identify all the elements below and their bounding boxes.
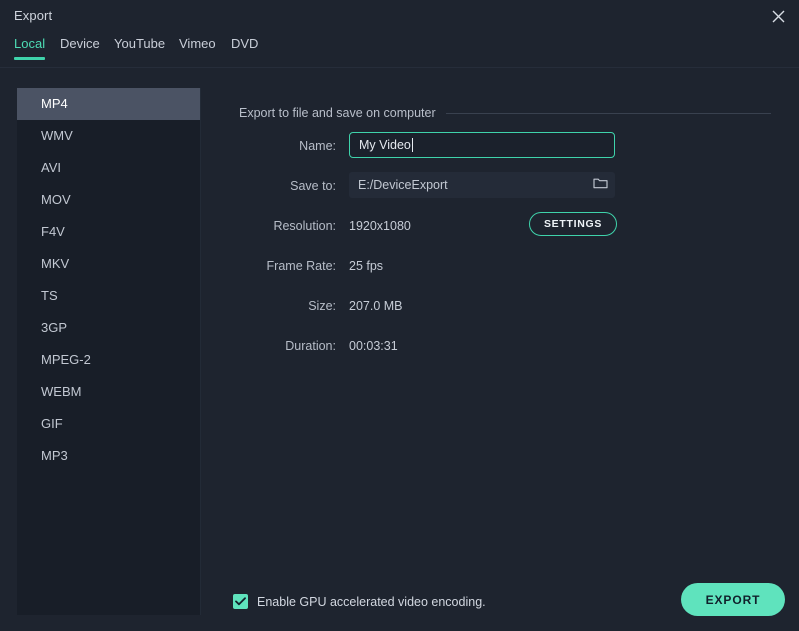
format-item-gif[interactable]: GIF: [17, 408, 200, 440]
name-input[interactable]: My Video: [349, 132, 615, 158]
size-label: Size:: [201, 292, 336, 320]
export-button[interactable]: EXPORT: [681, 583, 785, 616]
gpu-acceleration-checkbox[interactable]: Enable GPU accelerated video encoding.: [233, 594, 486, 609]
format-item-avi[interactable]: AVI: [17, 152, 200, 184]
tab-local[interactable]: Local: [14, 36, 45, 60]
resolution-value: 1920x1080: [349, 212, 411, 240]
name-row: Name: My Video: [201, 132, 799, 160]
format-item-webm[interactable]: WEBM: [17, 376, 200, 408]
browse-folder-button[interactable]: [585, 172, 615, 198]
tab-vimeo[interactable]: Vimeo: [179, 36, 216, 60]
export-settings-panel: Export to file and save on computer Name…: [201, 88, 799, 631]
frame-rate-row: Frame Rate: 25 fps: [201, 252, 799, 280]
format-item-ts[interactable]: TS: [17, 280, 200, 312]
size-row: Size: 207.0 MB: [201, 292, 799, 320]
frame-rate-value: 25 fps: [349, 252, 383, 280]
duration-row: Duration: 00:03:31: [201, 332, 799, 360]
settings-button[interactable]: SETTINGS: [529, 212, 617, 236]
tab-divider: [0, 67, 799, 68]
format-item-mp3[interactable]: MP3: [17, 440, 200, 472]
checkbox-checked-icon: [233, 594, 248, 609]
duration-label: Duration:: [201, 332, 336, 360]
tab-youtube[interactable]: YouTube: [114, 36, 165, 60]
tab-dvd[interactable]: DVD: [231, 36, 258, 60]
tab-device[interactable]: Device: [60, 36, 100, 60]
name-input-value: My Video: [350, 138, 411, 152]
format-item-wmv[interactable]: WMV: [17, 120, 200, 152]
format-item-mov[interactable]: MOV: [17, 184, 200, 216]
format-item-mp4[interactable]: MP4: [17, 88, 200, 120]
resolution-row: Resolution: 1920x1080 SETTINGS: [201, 212, 799, 240]
resolution-label: Resolution:: [201, 212, 336, 240]
format-item-f4v[interactable]: F4V: [17, 216, 200, 248]
folder-icon: [593, 176, 608, 194]
section-divider: [446, 113, 771, 114]
section-title: Export to file and save on computer: [239, 106, 446, 120]
save-to-row: Save to: E:/DeviceExport: [201, 172, 799, 200]
save-to-value: E:/DeviceExport: [349, 178, 585, 192]
text-caret: [412, 138, 413, 152]
close-icon: [772, 10, 785, 23]
format-item-mkv[interactable]: MKV: [17, 248, 200, 280]
save-to-label: Save to:: [201, 172, 336, 200]
close-button[interactable]: [763, 3, 793, 29]
format-item-mpeg2[interactable]: MPEG-2: [17, 344, 200, 376]
frame-rate-label: Frame Rate:: [201, 252, 336, 280]
save-to-input[interactable]: E:/DeviceExport: [349, 172, 615, 198]
format-list: MP4 WMV AVI MOV F4V MKV TS 3GP MPEG-2 WE…: [17, 88, 201, 615]
section-header: Export to file and save on computer: [239, 105, 771, 121]
tab-bar: Local Device YouTube Vimeo DVD: [0, 36, 799, 68]
title-bar: Export: [0, 0, 799, 33]
size-value: 207.0 MB: [349, 292, 403, 320]
name-label: Name:: [201, 132, 336, 160]
window-title: Export: [14, 8, 52, 23]
duration-value: 00:03:31: [349, 332, 398, 360]
format-item-3gp[interactable]: 3GP: [17, 312, 200, 344]
gpu-acceleration-label: Enable GPU accelerated video encoding.: [257, 595, 486, 609]
